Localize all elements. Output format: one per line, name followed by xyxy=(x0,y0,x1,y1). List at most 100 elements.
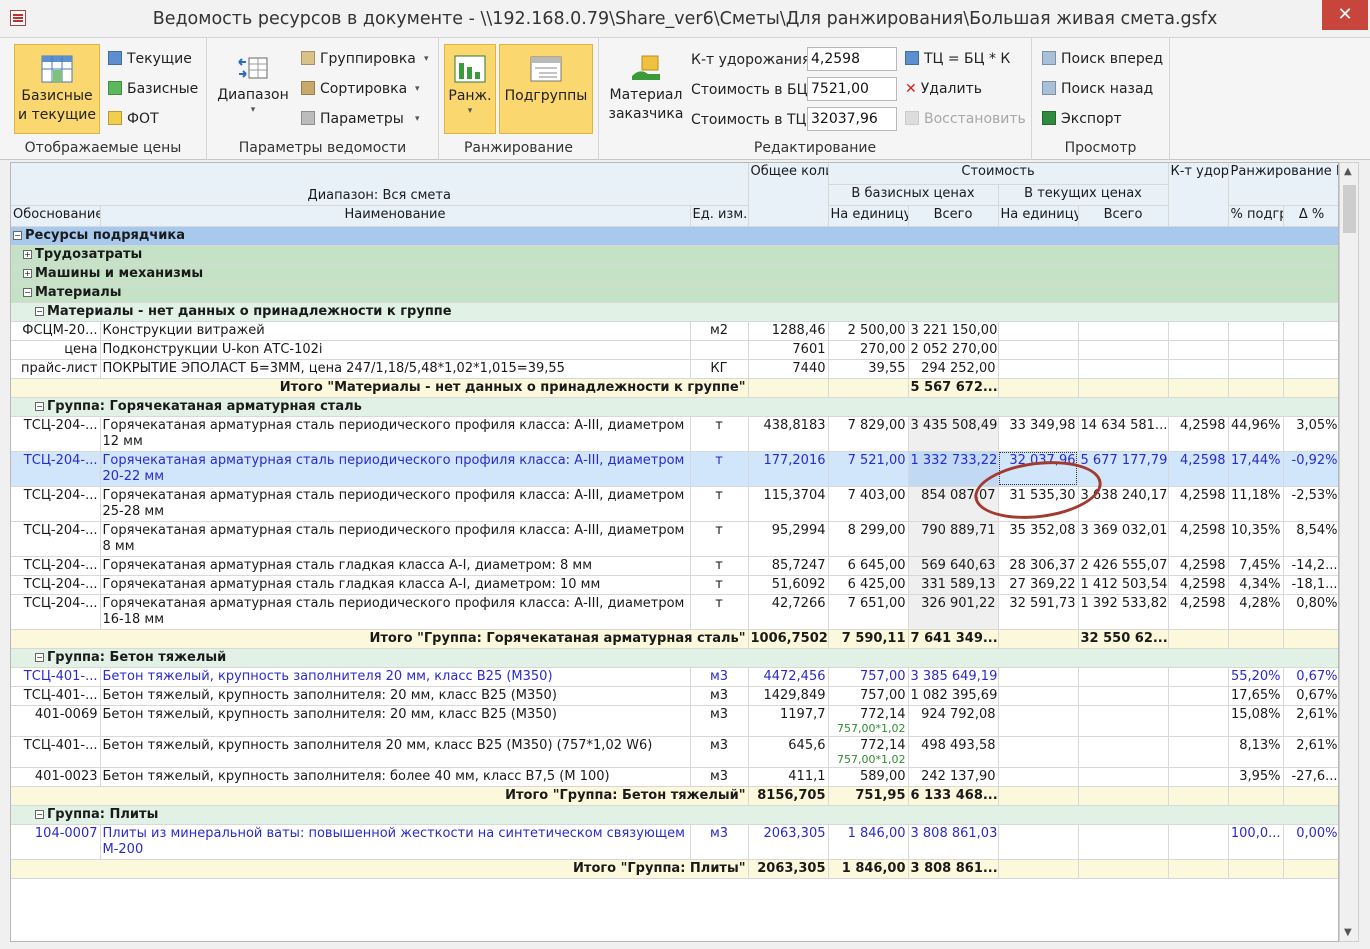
cell-basis[interactable]: ТСЦ-401-... xyxy=(11,686,101,706)
cell-pct[interactable]: 7,45% xyxy=(1228,556,1284,576)
collapse-icon[interactable]: − xyxy=(35,401,44,411)
cell-base-per-unit[interactable]: 7 829,00 xyxy=(828,416,909,452)
cell-cur-total[interactable]: 5 677 177,79 xyxy=(1078,451,1169,487)
group-row[interactable]: − Материалы - нет данных о принадлежности… xyxy=(11,302,1338,322)
total-row[interactable]: Итого "Материалы - нет данных о принадле… xyxy=(11,378,1338,398)
grouping-dropdown-icon[interactable]: ▾ xyxy=(424,54,429,64)
cell-base-total[interactable]: 331 589,13 xyxy=(908,575,999,595)
header-name[interactable]: Наименование xyxy=(100,205,691,227)
cell-k[interactable] xyxy=(1168,824,1229,860)
cell-base-total[interactable]: 3 221 150,00 xyxy=(908,321,999,341)
header-delta[interactable]: Δ % xyxy=(1283,205,1338,227)
cell-k[interactable]: 4,2598 xyxy=(1168,451,1229,487)
cell-cur-per-unit[interactable] xyxy=(998,686,1079,706)
table-row[interactable]: ТСЦ-204-... Горячекатаная арматурная стал… xyxy=(11,556,1338,576)
group-row[interactable]: − Группа: Бетон тяжелый xyxy=(11,648,1338,668)
cell-pct[interactable] xyxy=(1228,359,1284,379)
header-cur-total[interactable]: Всего xyxy=(1078,205,1169,227)
header-base-per-unit[interactable]: На единицу xyxy=(828,205,909,227)
collapse-icon[interactable]: − xyxy=(23,287,32,297)
group-row[interactable]: + Трудозатраты xyxy=(11,245,1338,265)
cell-name[interactable]: Бетон тяжелый, крупность заполнителя: 20… xyxy=(100,705,691,737)
total-row[interactable]: Итого "Группа: Плиты" 2063,305 1 846,00 3 8… xyxy=(11,859,1338,879)
cell-cur-total[interactable]: 1 412 503,54 xyxy=(1078,575,1169,595)
vertical-scrollbar[interactable]: ▲ ▼ xyxy=(1339,162,1359,942)
cell-base-total[interactable]: 326 901,22 xyxy=(908,594,999,630)
base-prices-button[interactable]: Базисные xyxy=(108,78,198,100)
table-row[interactable]: ТСЦ-401-... Бетон тяжелый, крупность запо… xyxy=(11,736,1338,768)
cell-base-total[interactable]: 790 889,71 xyxy=(908,521,999,557)
cell-base-per-unit[interactable]: 772,14 757,00*1,02 xyxy=(828,705,909,737)
cell-delta[interactable]: 0,80% xyxy=(1283,594,1338,630)
cell-pct[interactable]: 8,13% xyxy=(1228,736,1284,768)
cell-qty[interactable]: 1429,849 xyxy=(748,686,829,706)
cell-qty[interactable]: 51,6092 xyxy=(748,575,829,595)
cell-base-total[interactable]: 294 252,00 xyxy=(908,359,999,379)
cell-cur-total[interactable] xyxy=(1078,824,1169,860)
cell-pct[interactable]: 17,44% xyxy=(1228,451,1284,487)
rank-button[interactable]: Ранж. ▾ xyxy=(444,44,496,134)
cell-delta[interactable] xyxy=(1283,340,1338,360)
cell-base-per-unit[interactable]: 7 403,00 xyxy=(828,486,909,522)
bc-input[interactable] xyxy=(807,77,897,101)
cell-qty[interactable]: 42,7266 xyxy=(748,594,829,630)
subgroups-button[interactable]: Подгруппы xyxy=(499,44,593,134)
cell-unit[interactable]: т xyxy=(690,594,749,630)
cell-pct[interactable]: 17,65% xyxy=(1228,686,1284,706)
cell-cur-per-unit[interactable] xyxy=(998,667,1079,687)
cell-cur-total[interactable] xyxy=(1078,686,1169,706)
cell-delta[interactable]: -2,53% xyxy=(1283,486,1338,522)
header-base-total[interactable]: Всего xyxy=(908,205,999,227)
table-row[interactable]: ТСЦ-204-... Горячекатаная арматурная стал… xyxy=(11,521,1338,557)
cell-qty[interactable]: 177,2016 xyxy=(748,451,829,487)
cell-base-total[interactable]: 242 137,90 xyxy=(908,767,999,787)
table-row[interactable]: ТСЦ-401-... Бетон тяжелый, крупность запо… xyxy=(11,686,1338,706)
table-row[interactable]: ТСЦ-204-... Горячекатаная арматурная стал… xyxy=(11,594,1338,630)
cell-qty[interactable]: 2063,305 xyxy=(748,824,829,860)
cell-basis[interactable]: 104-0007 xyxy=(11,824,101,860)
table-row[interactable]: 401-0023 Бетон тяжелый, крупность заполни… xyxy=(11,767,1338,787)
parameters-dropdown-icon[interactable]: ▾ xyxy=(415,114,420,124)
cell-name[interactable]: Плиты из минеральной ваты: повышенной же… xyxy=(100,824,691,860)
cell-k[interactable] xyxy=(1168,340,1229,360)
cell-unit[interactable]: м3 xyxy=(690,824,749,860)
cell-delta[interactable]: 2,61% xyxy=(1283,736,1338,768)
cell-base-total[interactable]: 1 082 395,69 xyxy=(908,686,999,706)
cell-cur-total[interactable] xyxy=(1078,667,1169,687)
cell-base-per-unit[interactable]: 7 521,00 xyxy=(828,451,909,487)
cell-cur-total[interactable]: 14 634 581... xyxy=(1078,416,1169,452)
cell-basis[interactable]: 401-0069 xyxy=(11,705,101,737)
cell-name[interactable]: Горячекатаная арматурная сталь периодиче… xyxy=(100,451,691,487)
cell-cur-per-unit[interactable] xyxy=(998,824,1079,860)
restore-button[interactable]: Восстановить xyxy=(905,108,1026,130)
table-row[interactable]: ТСЦ-204-... Горячекатаная арматурная стал… xyxy=(11,486,1338,522)
cell-cur-total[interactable]: 3 638 240,17 xyxy=(1078,486,1169,522)
cell-delta[interactable]: 8,54% xyxy=(1283,521,1338,557)
cell-delta[interactable]: 0,00% xyxy=(1283,824,1338,860)
header-cur-per-unit[interactable]: На единицу xyxy=(998,205,1079,227)
k-input[interactable] xyxy=(807,47,897,71)
cell-cur-per-unit[interactable] xyxy=(998,340,1079,360)
cell-basis[interactable]: ТСЦ-401-... xyxy=(11,667,101,687)
cell-base-per-unit[interactable]: 1 846,00 xyxy=(828,824,909,860)
parameters-button[interactable]: Параметры xyxy=(301,108,404,130)
cell-pct[interactable]: 10,35% xyxy=(1228,521,1284,557)
cell-cur-per-unit[interactable]: 33 349,98 xyxy=(998,416,1079,452)
cell-k[interactable] xyxy=(1168,359,1229,379)
cell-base-per-unit[interactable]: 39,55 xyxy=(828,359,909,379)
scroll-up-icon[interactable]: ▲ xyxy=(1344,166,1352,177)
header-k[interactable]: К-т удор. ТЦ=БЦ*К xyxy=(1168,163,1229,227)
cell-cur-total[interactable]: 2 426 555,07 xyxy=(1078,556,1169,576)
cell-base-total[interactable]: 569 640,63 xyxy=(908,556,999,576)
cell-qty[interactable]: 438,8183 xyxy=(748,416,829,452)
cell-basis[interactable]: прайс-лист xyxy=(11,359,101,379)
cell-pct[interactable]: 15,08% xyxy=(1228,705,1284,737)
cell-cur-per-unit[interactable]: 31 535,30 xyxy=(998,486,1079,522)
table-row-selected[interactable]: ТСЦ-204-... Горячекатаная арматурная стал… xyxy=(11,451,1338,487)
header-basis[interactable]: Обоснование xyxy=(11,205,101,227)
cell-cur-per-unit[interactable]: 35 352,08 xyxy=(998,521,1079,557)
cell-base-per-unit[interactable]: 6 425,00 xyxy=(828,575,909,595)
cell-unit[interactable]: м3 xyxy=(690,767,749,787)
cell-unit[interactable]: м3 xyxy=(690,736,749,768)
cell-name[interactable]: Горячекатаная арматурная сталь периодиче… xyxy=(100,416,691,452)
